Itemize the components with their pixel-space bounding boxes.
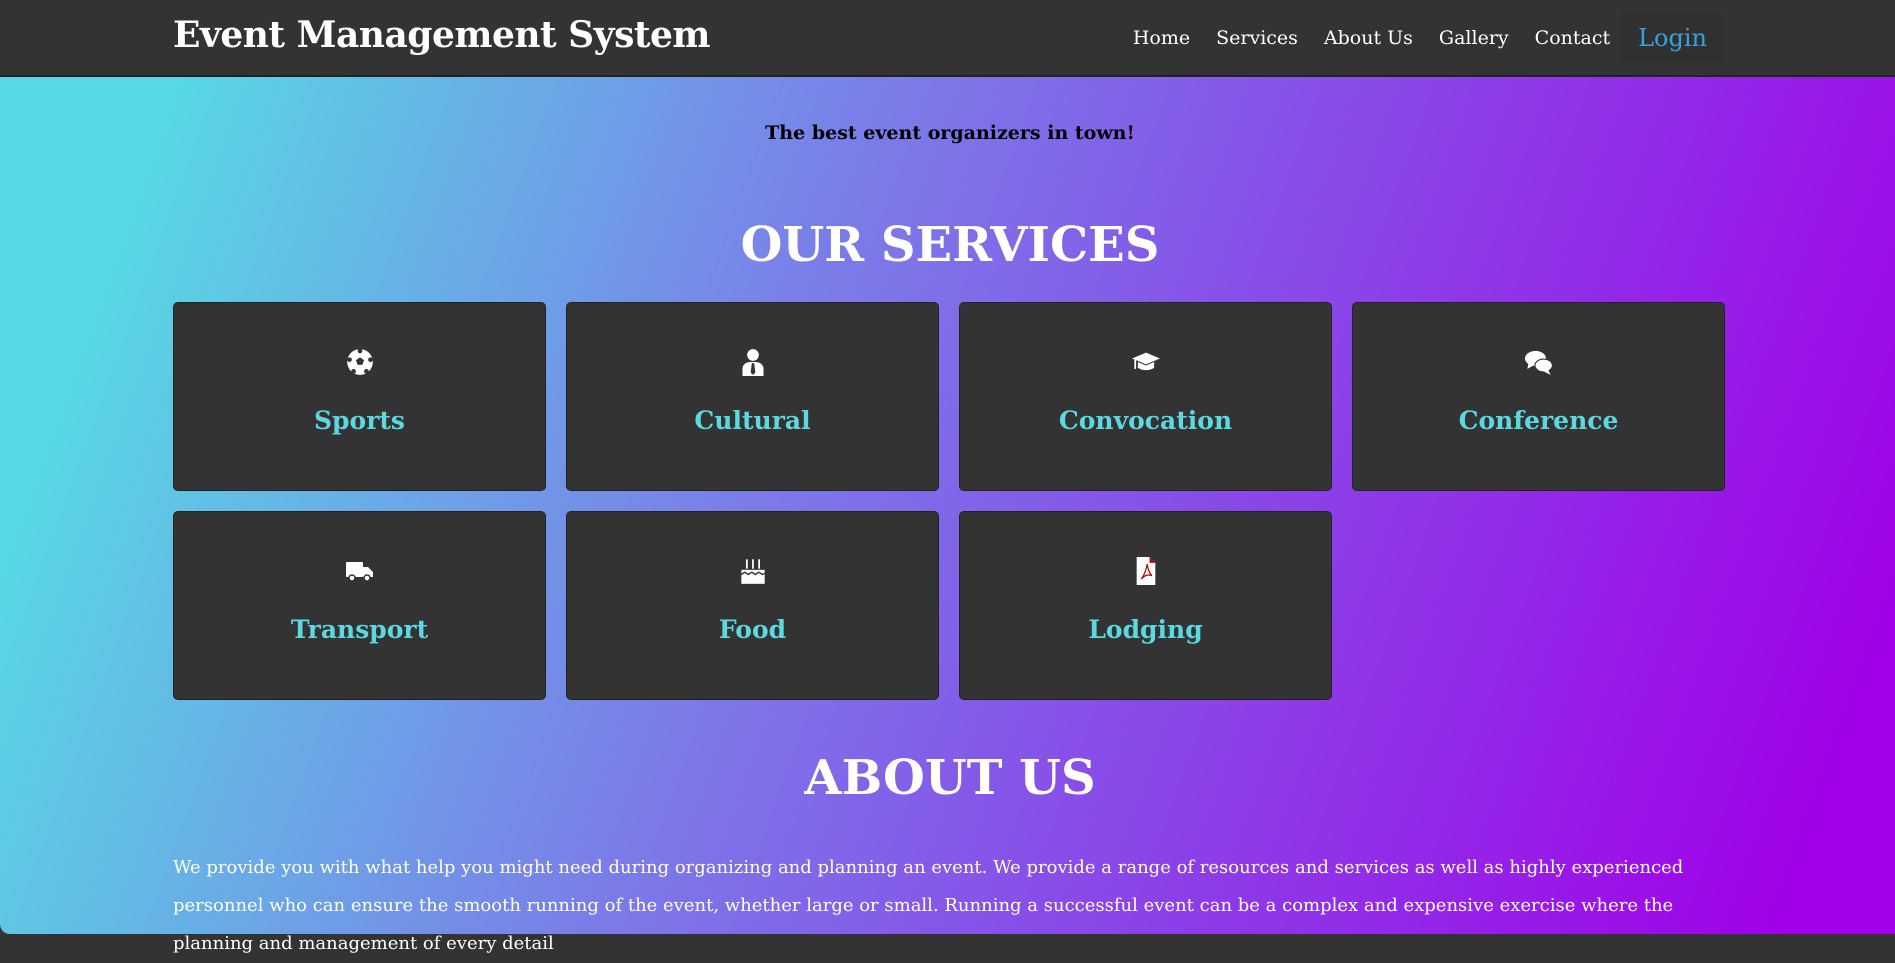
services-heading: OUR SERVICES: [740, 217, 1160, 273]
services-grid: Sports Cultural Convocation Conference T…: [173, 302, 1728, 700]
tagline: The best event organizers in town!: [765, 122, 1135, 144]
service-label: Transport: [290, 615, 429, 644]
user-tie-icon: [742, 349, 763, 376]
service-card-food[interactable]: Food: [566, 511, 939, 700]
service-label: Lodging: [1088, 615, 1203, 644]
birthday-cake-icon: [740, 559, 765, 584]
soccer-ball-icon: [346, 348, 373, 375]
nav-about-us[interactable]: About Us: [1324, 27, 1413, 49]
graduation-cap-icon: [1131, 352, 1160, 371]
service-card-convocation[interactable]: Convocation: [959, 302, 1332, 491]
pdf-file-icon: [1136, 557, 1155, 585]
login-button[interactable]: Login: [1620, 14, 1725, 62]
nav-services[interactable]: Services: [1216, 27, 1298, 49]
service-card-sports[interactable]: Sports: [173, 302, 546, 491]
site-title[interactable]: Event Management System: [173, 14, 711, 56]
nav-gallery[interactable]: Gallery: [1439, 27, 1509, 49]
truck-icon: [345, 562, 373, 582]
service-card-lodging[interactable]: Lodging: [959, 511, 1332, 700]
nav-menu: Home Services About Us Gallery Contact L…: [1107, 12, 1725, 64]
service-label: Conference: [1458, 406, 1619, 435]
service-label: Food: [718, 615, 787, 644]
main-content: The best event organizers in town! OUR S…: [0, 77, 1895, 954]
service-card-conference[interactable]: Conference: [1352, 302, 1725, 491]
navbar: Event Management System Home Services Ab…: [0, 0, 1895, 77]
service-label: Convocation: [1058, 406, 1233, 435]
service-card-cultural[interactable]: Cultural: [566, 302, 939, 491]
nav-home[interactable]: Home: [1133, 27, 1190, 49]
about-heading: ABOUT US: [804, 750, 1096, 806]
service-label: Cultural: [694, 406, 811, 435]
chat-bubbles-icon: [1524, 350, 1553, 375]
about-text: We provide you with what help you might …: [173, 857, 1684, 954]
service-card-transport[interactable]: Transport: [173, 511, 546, 700]
nav-contact[interactable]: Contact: [1535, 27, 1610, 49]
service-label: Sports: [313, 406, 405, 435]
